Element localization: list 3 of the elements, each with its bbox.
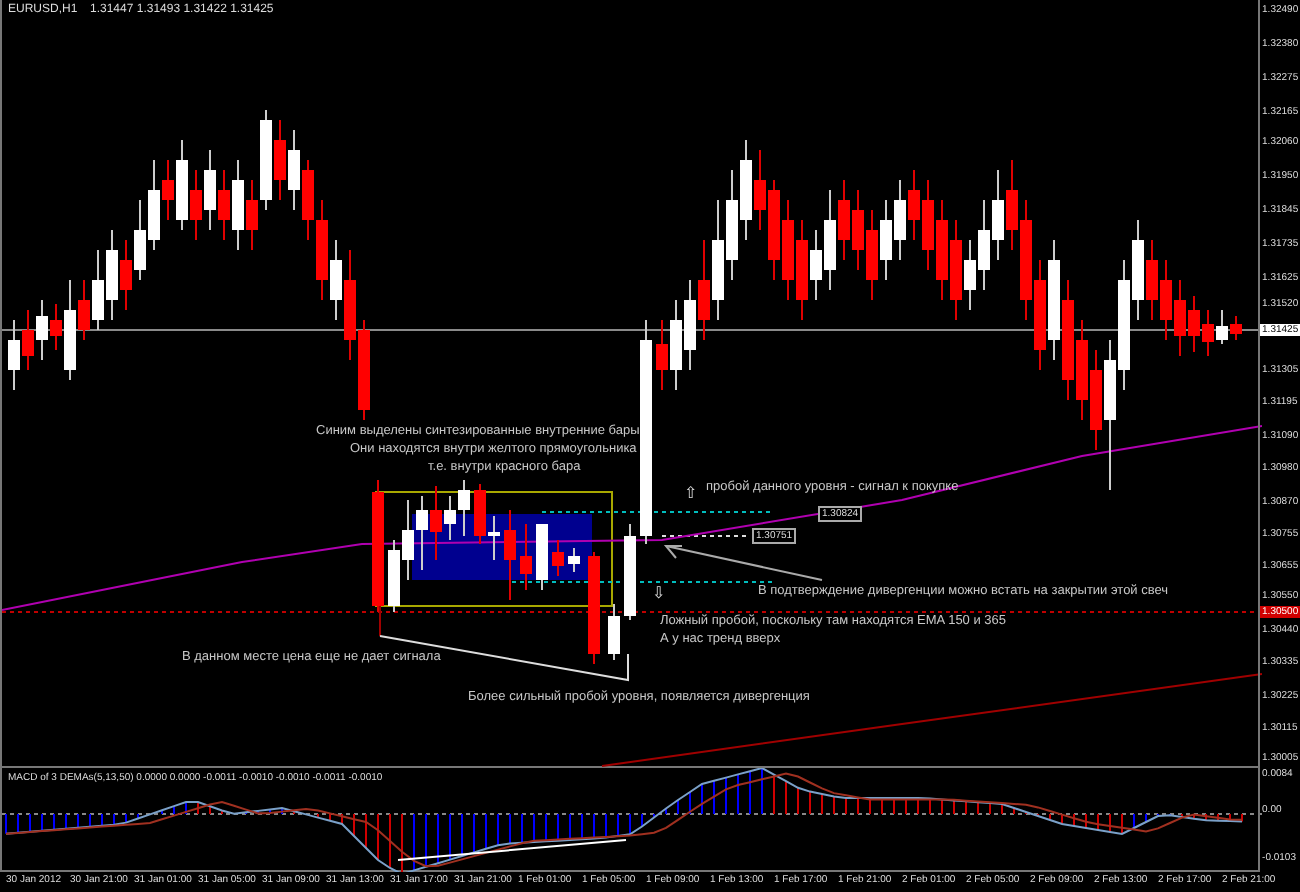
arrow-glyph: ⇧ (684, 484, 698, 502)
level-line (661, 535, 747, 537)
arrow-glyph: ⇩ (652, 584, 666, 602)
